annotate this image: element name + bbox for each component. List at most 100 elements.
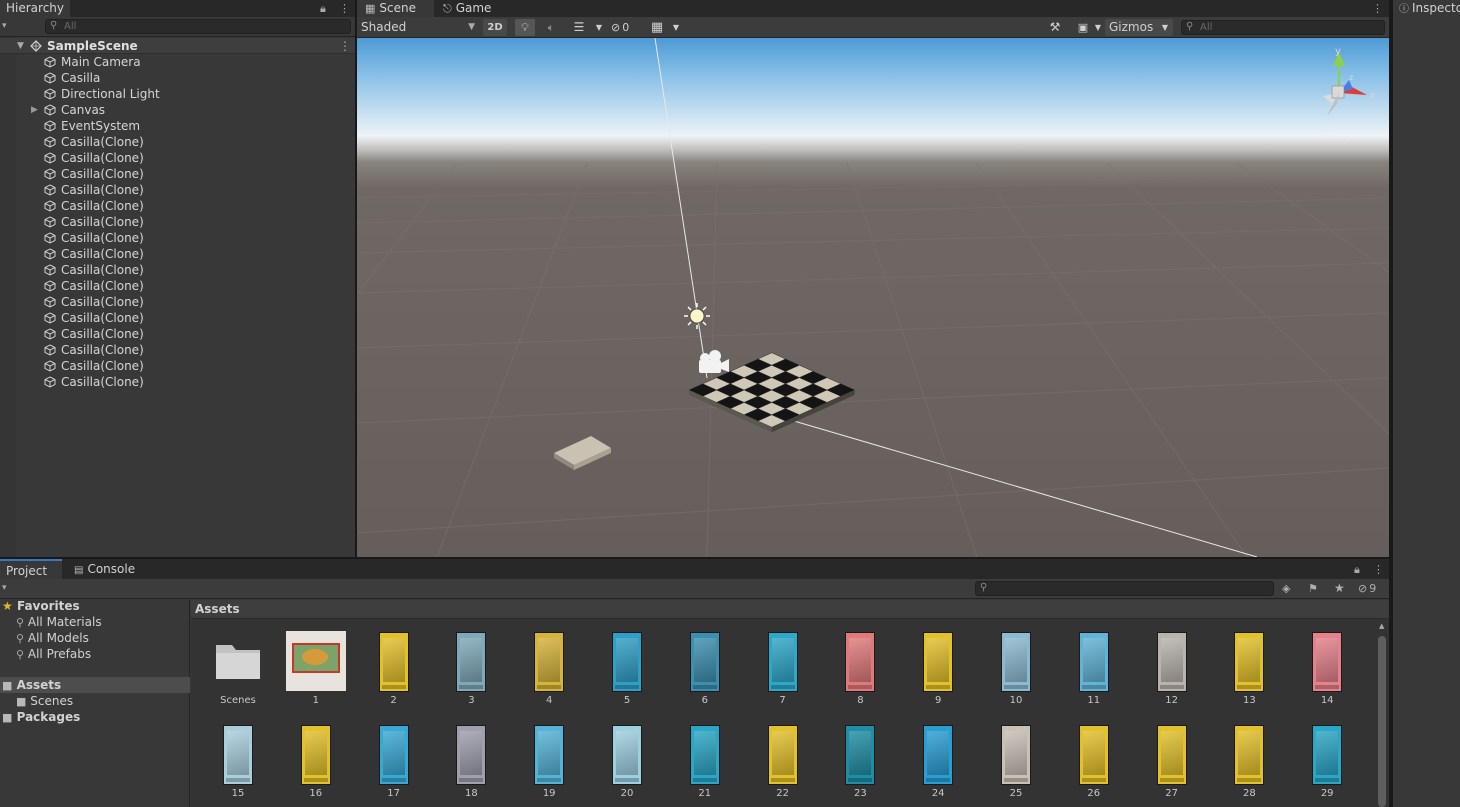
hierarchy-item[interactable]: Casilla(Clone) bbox=[0, 358, 355, 374]
hierarchy-item[interactable]: Casilla(Clone) bbox=[0, 246, 355, 262]
label-tag-icon[interactable]: ⚑ bbox=[1308, 579, 1318, 598]
breadcrumb-assets[interactable]: Assets bbox=[195, 600, 240, 618]
scroll-thumb[interactable] bbox=[1378, 636, 1386, 807]
asset-card[interactable]: 20 bbox=[595, 722, 659, 802]
shading-mode-dropdown[interactable]: Shaded ▼ bbox=[361, 17, 475, 38]
asset-card[interactable]: 27 bbox=[1140, 722, 1204, 802]
asset-card[interactable]: 7 bbox=[751, 629, 815, 709]
hierarchy-item[interactable]: Casilla(Clone) bbox=[0, 134, 355, 150]
lock-icon[interactable]: 🔒︎ bbox=[320, 0, 326, 17]
grid-toggle-button[interactable]: ▦ bbox=[647, 19, 667, 36]
asset-card[interactable]: 22 bbox=[751, 722, 815, 802]
hidden-packages-button[interactable]: ⊘ 9 bbox=[1358, 579, 1376, 598]
asset-card[interactable]: 19 bbox=[517, 722, 581, 802]
tree-item-assets[interactable]: ■ Assets bbox=[0, 677, 190, 693]
asset-card[interactable]: 2 bbox=[362, 629, 426, 709]
asset-card[interactable]: 21 bbox=[673, 722, 737, 802]
hierarchy-item[interactable]: Casilla(Clone) bbox=[0, 342, 355, 358]
hierarchy-item[interactable]: EventSystem bbox=[0, 118, 355, 134]
asset-card[interactable]: 25 bbox=[984, 722, 1048, 802]
camera-settings-button[interactable]: ▣ bbox=[1073, 19, 1093, 36]
asset-card[interactable]: 9 bbox=[906, 629, 970, 709]
favorite-item-all-prefabs[interactable]: ⚲ All Prefabs bbox=[16, 646, 91, 662]
tab-game[interactable]: ⎋ Game bbox=[437, 0, 507, 17]
asset-card[interactable]: 18 bbox=[439, 722, 503, 802]
gizmos-dropdown-icon[interactable]: ▼ bbox=[1157, 19, 1173, 36]
hierarchy-item[interactable]: Directional Light bbox=[0, 86, 355, 102]
scene-menu-icon[interactable]: ⋮ bbox=[1372, 0, 1383, 17]
asset-card[interactable]: 6 bbox=[673, 629, 737, 709]
hierarchy-item[interactable]: Casilla(Clone) bbox=[0, 166, 355, 182]
hierarchy-item[interactable]: Casilla(Clone) bbox=[0, 198, 355, 214]
hierarchy-tab[interactable]: Hierarchy bbox=[0, 0, 71, 17]
orientation-gizmo[interactable] bbox=[1323, 52, 1367, 116]
hierarchy-item[interactable]: Casilla(Clone) bbox=[0, 262, 355, 278]
asset-card[interactable]: 4 bbox=[517, 629, 581, 709]
camera-gizmo-icon[interactable] bbox=[699, 350, 729, 373]
scene-search-input[interactable]: ⚲ All bbox=[1181, 20, 1385, 35]
asset-card[interactable]: 12 bbox=[1140, 629, 1204, 709]
hierarchy-item[interactable]: Casilla(Clone) bbox=[0, 230, 355, 246]
hierarchy-search-input[interactable]: ⚲ All bbox=[45, 19, 351, 34]
favorites-header[interactable]: ★ Favorites bbox=[2, 598, 80, 614]
search-by-type-icon[interactable]: ◈ bbox=[1282, 579, 1290, 598]
grid-dropdown-icon[interactable]: ▼ bbox=[670, 19, 682, 36]
add-dropdown-icon[interactable]: ▾ bbox=[2, 17, 7, 35]
tab-console[interactable]: ▤ Console bbox=[68, 559, 143, 579]
asset-card[interactable]: 14 bbox=[1295, 629, 1359, 709]
kebab-menu-icon[interactable]: ⋮ bbox=[339, 0, 350, 17]
hierarchy-item[interactable]: ▶ Canvas bbox=[0, 102, 355, 118]
tab-project[interactable]: Project bbox=[0, 559, 62, 579]
hierarchy-item[interactable]: Casilla bbox=[0, 70, 355, 86]
expand-arrow-icon[interactable]: ▼ bbox=[17, 38, 24, 54]
lighting-toggle-button[interactable]: 💡︎ bbox=[515, 19, 535, 36]
hierarchy-item[interactable]: Casilla(Clone) bbox=[0, 326, 355, 342]
asset-card[interactable]: 16 bbox=[284, 722, 348, 802]
2d-toggle-button[interactable]: 2D bbox=[483, 19, 507, 36]
hierarchy-item[interactable]: Casilla(Clone) bbox=[0, 150, 355, 166]
asset-card[interactable]: 24 bbox=[906, 722, 970, 802]
asset-card[interactable]: 15 bbox=[206, 722, 270, 802]
sun-icon[interactable] bbox=[684, 303, 710, 329]
scene-visibility-button[interactable]: ⊘ 0 bbox=[611, 19, 641, 36]
asset-card[interactable]: 23 bbox=[828, 722, 892, 802]
expand-arrow-icon[interactable]: ▶ bbox=[31, 102, 38, 118]
project-search-input[interactable]: ⚲ bbox=[975, 581, 1274, 596]
tree-item-scenes[interactable]: ■ Scenes bbox=[16, 693, 73, 709]
asset-card[interactable]: 11 bbox=[1062, 629, 1126, 709]
tools-button[interactable]: ⚒ bbox=[1045, 19, 1065, 36]
star-icon[interactable]: ★ bbox=[1334, 579, 1345, 598]
tree-item-packages[interactable]: ■ Packages bbox=[2, 709, 80, 725]
scene-root-row[interactable]: ▼ SampleScene ⋮ bbox=[0, 38, 355, 54]
hierarchy-item[interactable]: Casilla(Clone) bbox=[0, 374, 355, 390]
asset-card[interactable]: 13 bbox=[1217, 629, 1281, 709]
scene-menu-icon[interactable]: ⋮ bbox=[339, 38, 351, 54]
favorite-item-all-materials[interactable]: ⚲ All Materials bbox=[16, 614, 102, 630]
asset-card[interactable]: 26 bbox=[1062, 722, 1126, 802]
asset-card[interactable]: 3 bbox=[439, 629, 503, 709]
scroll-up-icon[interactable]: ▲ bbox=[1379, 622, 1384, 630]
projection-label[interactable]: <Persp bbox=[1315, 134, 1351, 145]
create-dropdown-icon[interactable]: ▾ bbox=[2, 579, 7, 597]
asset-card[interactable]: 28 bbox=[1217, 722, 1281, 802]
asset-card[interactable]: 5 bbox=[595, 629, 659, 709]
kebab-menu-icon[interactable]: ⋮ bbox=[1373, 561, 1384, 578]
asset-folder[interactable]: Scenes bbox=[206, 629, 270, 709]
assets-scrollbar[interactable]: ▲ bbox=[1377, 622, 1387, 807]
camera-dropdown-icon[interactable]: ▼ bbox=[1093, 19, 1103, 36]
tab-scene[interactable]: ▦ Scene bbox=[357, 0, 434, 17]
hierarchy-item[interactable]: Casilla(Clone) bbox=[0, 310, 355, 326]
hierarchy-item[interactable]: Casilla(Clone) bbox=[0, 182, 355, 198]
asset-card[interactable]: 10 bbox=[984, 629, 1048, 709]
lock-icon[interactable]: 🔒︎ bbox=[1354, 561, 1360, 578]
audio-toggle-button[interactable]: 🔈︎ bbox=[541, 19, 561, 36]
scene-viewport[interactable]: y x z <Persp bbox=[357, 38, 1389, 557]
tab-inspector[interactable]: ⓘ Inspecto bbox=[1393, 0, 1460, 17]
asset-card[interactable]: 1 bbox=[284, 629, 348, 709]
asset-card[interactable]: 29 bbox=[1295, 722, 1359, 802]
hierarchy-item[interactable]: Casilla(Clone) bbox=[0, 214, 355, 230]
hierarchy-item[interactable]: Main Camera bbox=[0, 54, 355, 70]
effects-button[interactable]: ☰ bbox=[569, 19, 589, 36]
favorite-item-all-models[interactable]: ⚲ All Models bbox=[16, 630, 89, 646]
asset-card[interactable]: 17 bbox=[362, 722, 426, 802]
